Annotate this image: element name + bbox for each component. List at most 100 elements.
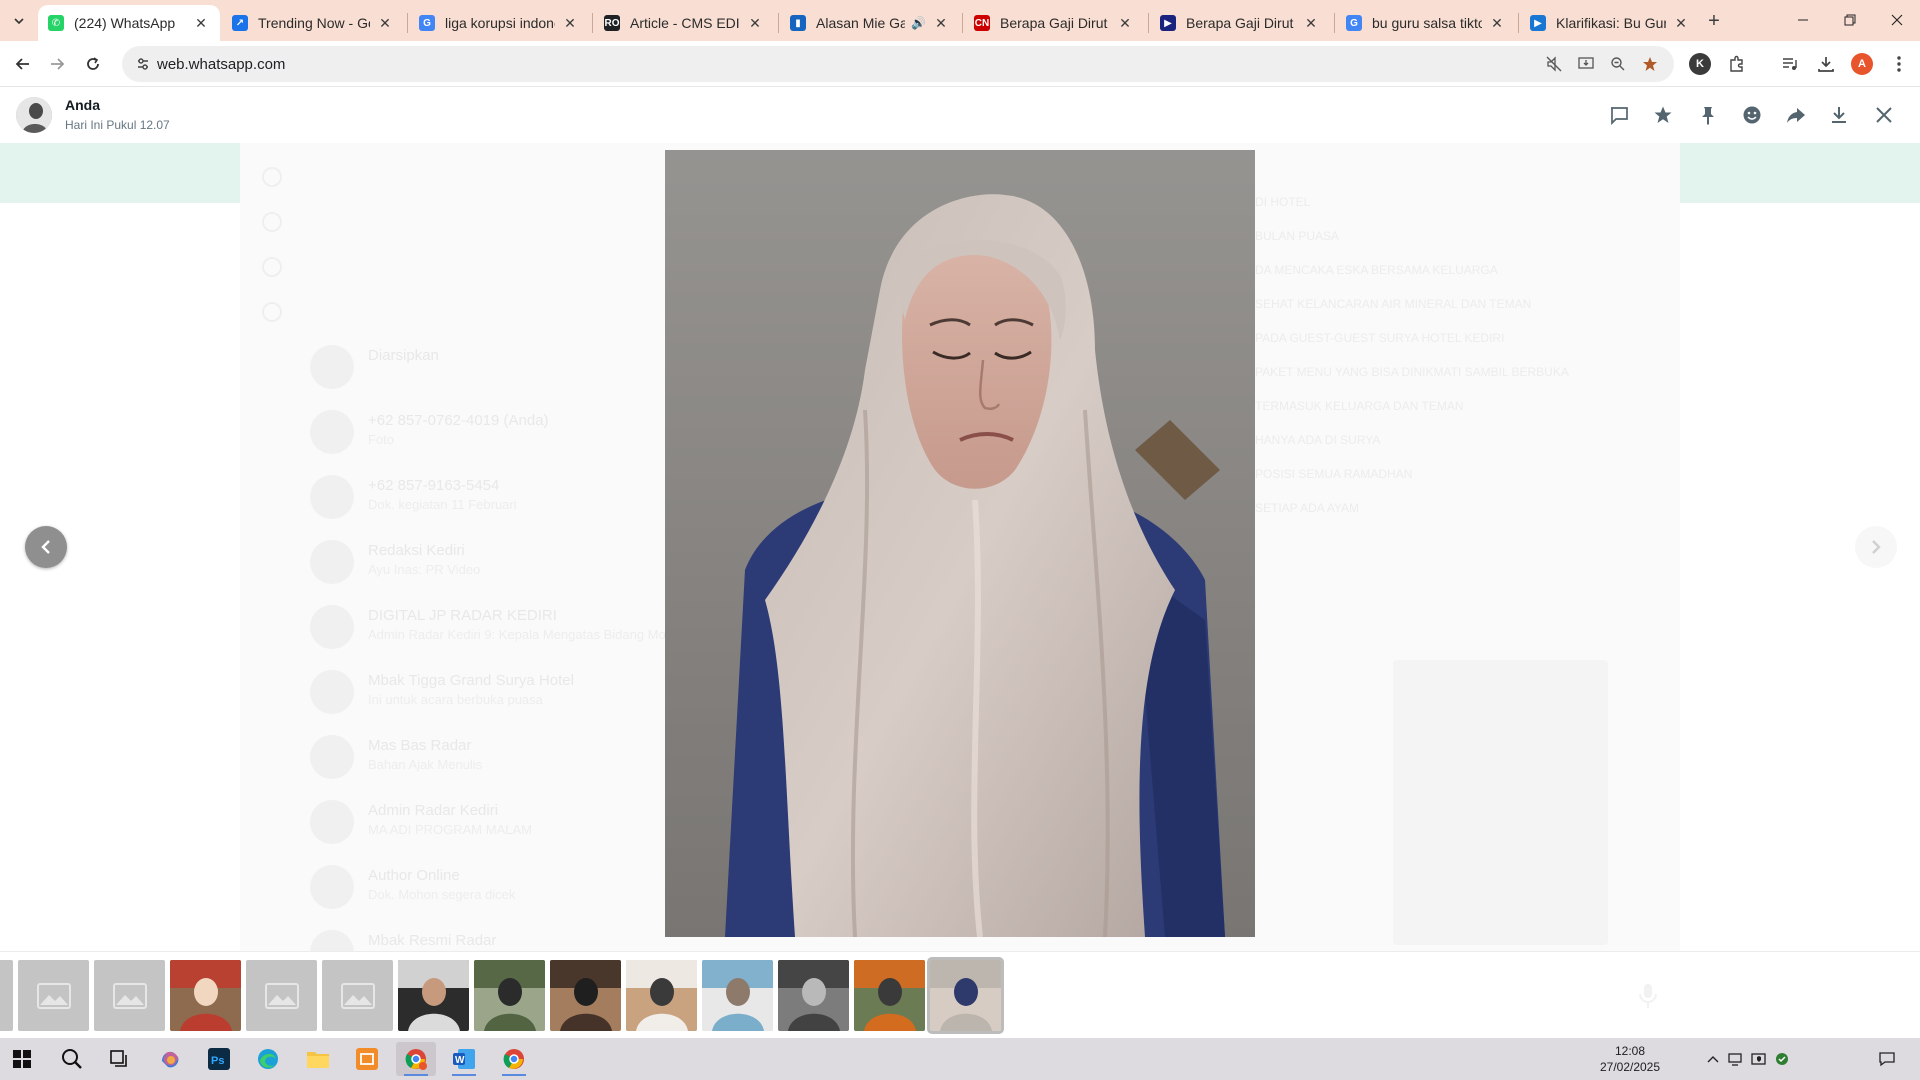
- task-view-icon: [110, 1050, 127, 1067]
- address-bar[interactable]: web.whatsapp.com: [122, 46, 1674, 82]
- security-icon[interactable]: [1750, 1050, 1768, 1068]
- tab-3[interactable]: Gliga korupsi indonesi ✕: [409, 5, 589, 41]
- thumbnail-selected[interactable]: [927, 957, 1004, 1034]
- media-image[interactable]: [665, 150, 1255, 937]
- thumbnail[interactable]: [474, 960, 545, 1031]
- tab-7[interactable]: ▶ Berapa Gaji Dirut Per ✕: [1150, 5, 1330, 41]
- zoom-icon[interactable]: [1608, 54, 1628, 74]
- install-app-icon[interactable]: [1576, 54, 1596, 74]
- thumbnail[interactable]: [246, 960, 317, 1031]
- tab-1[interactable]: ✆ (224) WhatsApp ✕: [38, 5, 220, 41]
- thumbnail[interactable]: [702, 960, 773, 1031]
- downloads-icon[interactable]: [1815, 53, 1837, 75]
- media-control-icon[interactable]: [1779, 53, 1801, 75]
- taskbar-search-button[interactable]: [52, 1042, 92, 1076]
- background-message-image: [1393, 660, 1608, 945]
- reply-icon: [1611, 107, 1628, 125]
- tab-close-button[interactable]: ✕: [746, 14, 764, 32]
- tab-close-button[interactable]: ✕: [1488, 14, 1506, 32]
- next-media-button[interactable]: [1855, 526, 1897, 568]
- reload-button[interactable]: [80, 51, 106, 77]
- bookmark-star-icon[interactable]: [1640, 54, 1660, 74]
- thumbnail[interactable]: [550, 960, 621, 1031]
- minimize-button[interactable]: [1780, 0, 1826, 40]
- chrome-button[interactable]: [494, 1042, 534, 1076]
- task-view-button[interactable]: [99, 1042, 139, 1076]
- tab-4[interactable]: RO Article - CMS EDITOR ✕: [594, 5, 774, 41]
- thumbnail[interactable]: [398, 960, 469, 1031]
- edge-button[interactable]: [248, 1042, 288, 1076]
- tab-separator: [1148, 13, 1149, 33]
- message-line: DI HOTEL: [1255, 195, 1311, 209]
- tab-title: Klarifikasi: Bu Guru S: [1556, 15, 1666, 31]
- tab-close-button[interactable]: ✕: [1116, 14, 1134, 32]
- list-item: Author Online Dok. Mohon segera dicek: [300, 857, 670, 917]
- thumbnail[interactable]: [778, 960, 849, 1031]
- pin-button[interactable]: [1696, 103, 1720, 127]
- tab-close-button[interactable]: ✕: [932, 14, 950, 32]
- message-line: DA MENCAKA ESKA BERSAMA KELUARGA: [1255, 263, 1498, 277]
- thumbnail[interactable]: [0, 960, 13, 1031]
- tab-5[interactable]: ▮ Alasan Mie Gacoa 🔊 ✕: [780, 5, 960, 41]
- show-hidden-icons-chevron-icon[interactable]: [1704, 1050, 1722, 1068]
- back-button[interactable]: [10, 51, 36, 77]
- tab-8[interactable]: Gbu guru salsa tiktok v ✕: [1336, 5, 1516, 41]
- system-clock[interactable]: 12:08 27/02/2025: [1572, 1043, 1688, 1075]
- chat-preview: Foto: [368, 432, 395, 447]
- thumbnail[interactable]: [626, 960, 697, 1031]
- profile-avatar-a[interactable]: A: [1851, 53, 1873, 75]
- photoshop-icon: Ps: [208, 1048, 230, 1070]
- tab-close-button[interactable]: ✕: [1672, 14, 1690, 32]
- chat-name: +62 857-0762-4019 (Anda): [368, 412, 549, 429]
- file-explorer-button[interactable]: [298, 1042, 338, 1076]
- notifications-icon[interactable]: [1878, 1050, 1896, 1068]
- tab-6[interactable]: CN Berapa Gaji Dirut Per ✕: [964, 5, 1144, 41]
- tab-close-button[interactable]: ✕: [192, 14, 210, 32]
- audio-muted-icon[interactable]: [1544, 54, 1564, 74]
- browser-menu-icon[interactable]: [1888, 53, 1910, 75]
- star-button[interactable]: [1651, 103, 1675, 127]
- tab-9[interactable]: ▶ Klarifikasi: Bu Guru S ✕: [1520, 5, 1700, 41]
- new-tab-button[interactable]: +: [1702, 9, 1726, 33]
- extension-k-icon[interactable]: K: [1689, 53, 1711, 75]
- kebab-menu-icon: [1897, 56, 1901, 72]
- chat-name: Diarsipkan: [368, 347, 439, 364]
- word-button[interactable]: W: [444, 1042, 484, 1076]
- close-viewer-button[interactable]: [1872, 103, 1896, 127]
- copilot-button[interactable]: [150, 1042, 190, 1076]
- thumbnail[interactable]: [170, 960, 241, 1031]
- restore-button[interactable]: [1827, 0, 1873, 40]
- reply-button[interactable]: [1607, 103, 1631, 127]
- react-button[interactable]: [1740, 103, 1764, 127]
- chat-preview: Ayu Inas: PR Video: [368, 562, 481, 577]
- chrome-profile-button[interactable]: [396, 1042, 436, 1076]
- tab-close-button[interactable]: ✕: [1302, 14, 1320, 32]
- message-line: PADA GUEST-GUEST SURYA HOTEL KEDIRI: [1255, 331, 1505, 345]
- avatar[interactable]: [16, 97, 52, 133]
- tab-2[interactable]: ↗ Trending Now - Goog ✕: [222, 5, 404, 41]
- wifi-status-icon[interactable]: [1773, 1050, 1791, 1068]
- thumbnail-photo-officer-portrait: [626, 960, 697, 1031]
- forward-button[interactable]: [44, 51, 70, 77]
- previous-media-button[interactable]: [25, 526, 67, 568]
- download-button[interactable]: [1827, 103, 1851, 127]
- tab-title: liga korupsi indonesi: [445, 15, 555, 31]
- extensions-puzzle-icon[interactable]: [1726, 53, 1748, 75]
- tab-close-button[interactable]: ✕: [376, 14, 394, 32]
- close-window-button[interactable]: [1874, 0, 1920, 40]
- tab-audio-icon[interactable]: 🔊: [911, 16, 926, 30]
- thumbnail[interactable]: [322, 960, 393, 1031]
- thumbnail[interactable]: [854, 960, 925, 1031]
- windows-start-button[interactable]: [2, 1042, 42, 1076]
- photoshop-button[interactable]: Ps: [199, 1042, 239, 1076]
- forward-button[interactable]: [1784, 103, 1808, 127]
- network-icon[interactable]: [1727, 1050, 1745, 1068]
- thumbnail[interactable]: [94, 960, 165, 1031]
- thumbnail[interactable]: [18, 960, 89, 1031]
- orange-app-button[interactable]: [347, 1042, 387, 1076]
- tab-search-button[interactable]: [6, 8, 32, 34]
- tab-title: Berapa Gaji Dirut Per: [1186, 15, 1296, 31]
- avatar-photo-icon: [16, 97, 52, 133]
- tab-close-button[interactable]: ✕: [561, 14, 579, 32]
- site-info-icon[interactable]: [134, 55, 152, 73]
